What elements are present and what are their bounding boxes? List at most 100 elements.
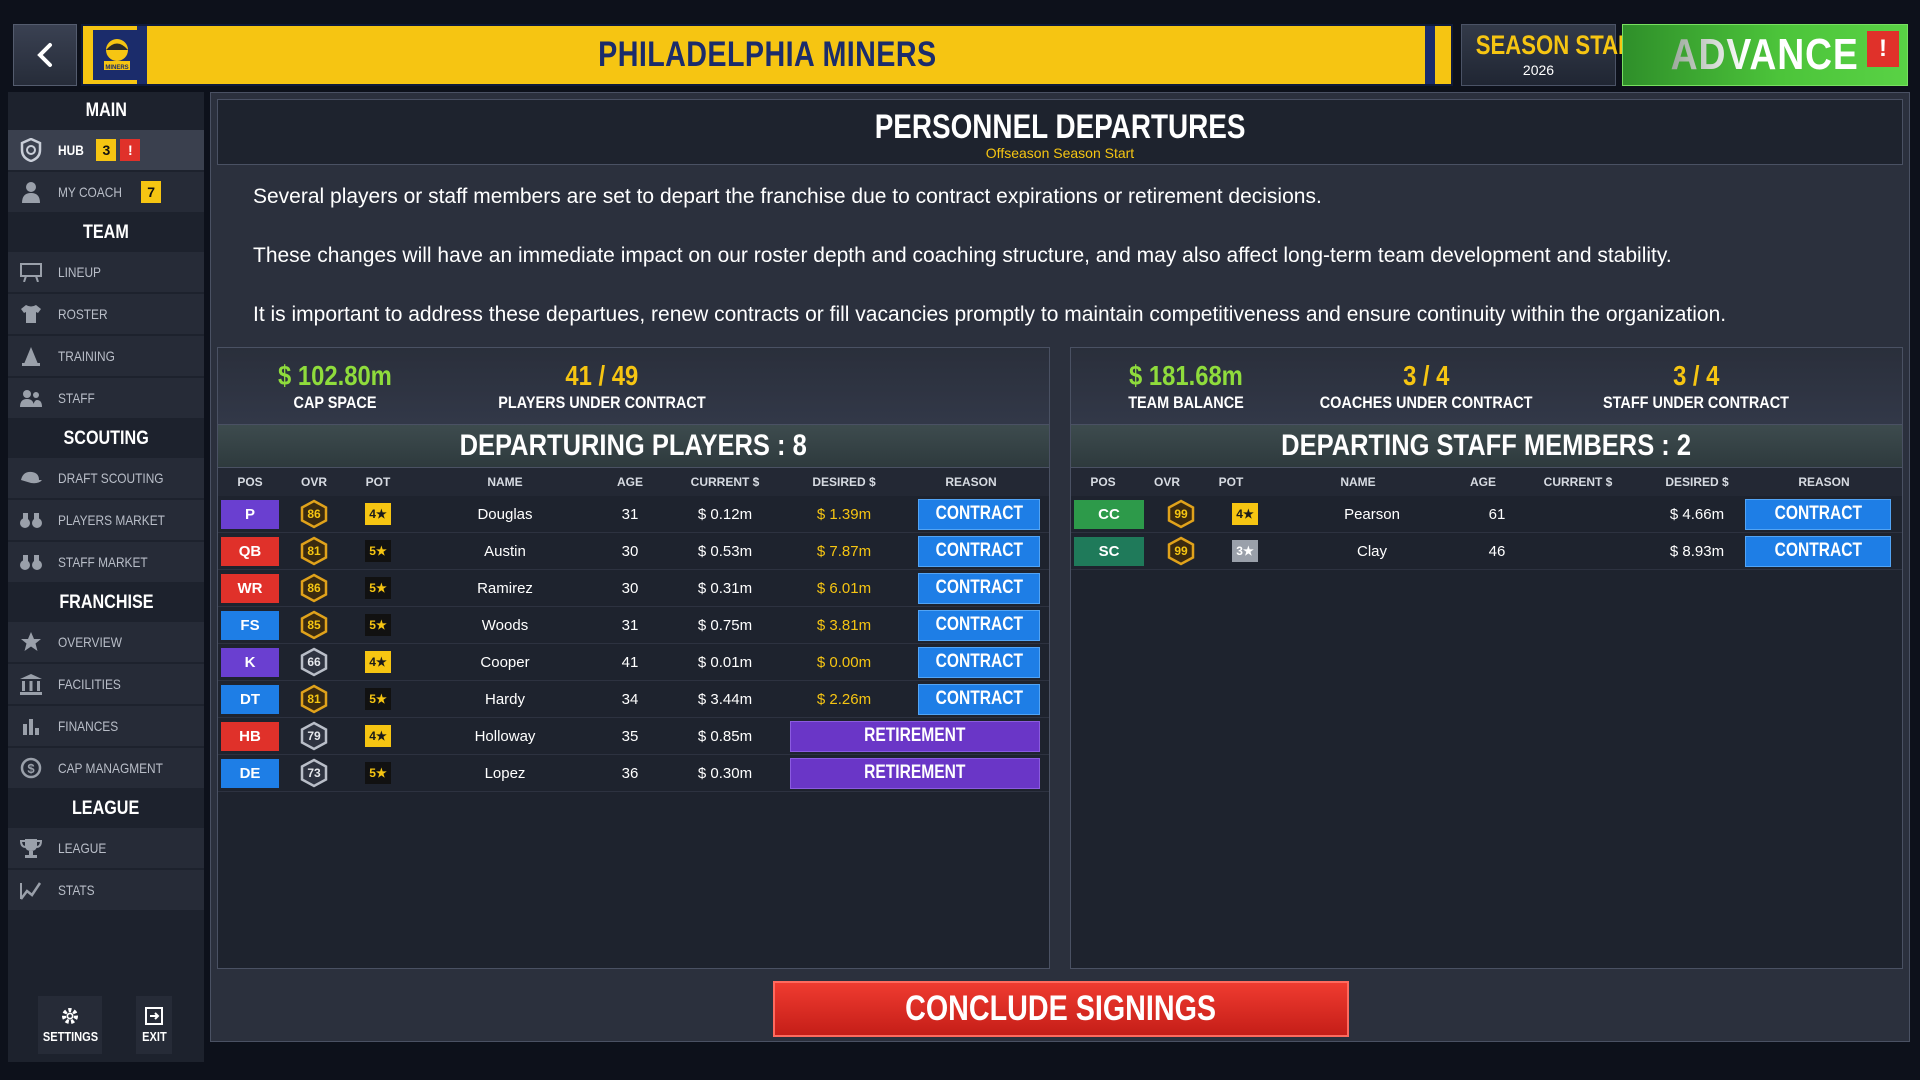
team-balance-value: $ 181.68m <box>1129 359 1243 391</box>
ovr-cell: 73 <box>282 758 346 788</box>
sidebar-item-roster[interactable]: ROSTER <box>8 294 204 334</box>
group-icon <box>16 386 46 410</box>
reason-retirement-button[interactable]: RETIREMENT <box>790 757 1040 789</box>
position-badge: CC <box>1074 499 1144 529</box>
season-indicator: SEASON START 2026 <box>1461 24 1648 86</box>
section-main: MAIN <box>8 92 204 130</box>
staff-panel-title: DEPARTING STAFF MEMBERS : 2 <box>1281 429 1692 462</box>
sidebar-item-my-coach[interactable]: MY COACH 7 <box>8 172 204 212</box>
settings-button[interactable]: SETTINGS <box>38 996 102 1054</box>
team-balance-stat: $ 181.68m TEAM BALANCE <box>1071 360 1301 413</box>
table-row[interactable]: SC 99 3★ Clay 46 $ 8.93m CONTRACT <box>1071 533 1902 570</box>
season-label: SEASON START <box>1475 30 1648 60</box>
sidebar-item-label: STAFF MARKET <box>58 554 148 570</box>
overall-rating-value: 99 <box>1174 507 1188 521</box>
position-badge: WR <box>221 573 279 603</box>
sidebar-item-label: ROSTER <box>58 306 108 322</box>
sidebar-item-lineup[interactable]: LINEUP <box>8 252 204 292</box>
reason-label: CONTRACT <box>935 614 1023 635</box>
ovr-cell: 81 <box>282 684 346 714</box>
advance-button[interactable]: ADVANCE ! <box>1622 24 1908 86</box>
players-panel-title: DEPARTURING PLAYERS : 8 <box>459 429 808 462</box>
sidebar-item-label: STATS <box>58 882 95 898</box>
sidebar-item-label: MY COACH <box>58 184 122 200</box>
current-salary: $ 0.53m <box>697 542 753 560</box>
reason-contract-button[interactable]: CONTRACT <box>918 609 1040 641</box>
table-row[interactable]: QB 81 5★ Austin 30 $ 0.53m $ 7.87m CONTRACT <box>218 533 1049 570</box>
sidebar-item-hub[interactable]: HUB 3 ! <box>8 130 204 170</box>
person-icon <box>16 180 46 204</box>
sidebar-item-stats[interactable]: STATS <box>8 870 204 910</box>
players-under-contract-stat: 41 / 49 PLAYERS UNDER CONTRACT <box>452 360 752 413</box>
reason-contract-button[interactable]: CONTRACT <box>918 572 1040 604</box>
table-row[interactable]: HB 79 4★ Holloway 35 $ 0.85m RETIREMENT <box>218 718 1049 755</box>
potential-badge: 4★ <box>1232 503 1258 525</box>
reason-contract-button[interactable]: CONTRACT <box>918 646 1040 678</box>
age-cell: 30 <box>621 542 639 560</box>
overall-rating-badge: 99 <box>1166 536 1196 566</box>
potential-badge: 4★ <box>365 725 391 747</box>
sidebar-item-label: TRAINING <box>58 348 115 364</box>
svg-text:$: $ <box>27 761 35 776</box>
chevron-left-icon <box>37 43 52 67</box>
sidebar-item-label: FINANCES <box>58 718 119 734</box>
exit-button[interactable]: EXIT <box>136 996 172 1054</box>
sidebar-item-facilities[interactable]: FACILITIES <box>8 664 204 704</box>
reason-contract-button[interactable]: CONTRACT <box>1745 535 1891 567</box>
position-badge: HB <box>221 721 279 751</box>
staff-panel-header: DEPARTING STAFF MEMBERS : 2 <box>1071 424 1902 468</box>
table-row[interactable]: P 86 4★ Douglas 31 $ 0.12m $ 1.39m CONTRACT <box>218 496 1049 533</box>
jersey-icon <box>16 302 46 326</box>
sidebar-item-staff-market[interactable]: STAFF MARKET <box>8 542 204 582</box>
back-button[interactable] <box>13 24 77 86</box>
sidebar-item-label: LINEUP <box>58 264 101 280</box>
overall-rating-value: 81 <box>307 544 321 558</box>
team-name: PHILADELPHIA MINERS <box>597 35 937 74</box>
sidebar-item-draft-scouting[interactable]: DRAFT SCOUTING <box>8 458 204 498</box>
reason-contract-button[interactable]: CONTRACT <box>918 683 1040 715</box>
pot-cell: 3★ <box>1213 540 1277 562</box>
reason-contract-button[interactable]: CONTRACT <box>1745 498 1891 530</box>
trend-chart-icon <box>16 878 46 902</box>
position-cell: CC <box>1071 499 1144 529</box>
col-pot: POT <box>1218 475 1244 489</box>
pot-cell: 4★ <box>346 503 410 525</box>
cap-icon <box>16 466 46 490</box>
potential-badge: 5★ <box>365 614 391 636</box>
sidebar-item-staff[interactable]: STAFF <box>8 378 204 418</box>
sidebar-item-players-market[interactable]: PLAYERS MARKET <box>8 500 204 540</box>
reason-contract-button[interactable]: CONTRACT <box>918 498 1040 530</box>
sidebar-footer: SETTINGS EXIT <box>8 990 204 1062</box>
reason-retirement-button[interactable]: RETIREMENT <box>790 720 1040 752</box>
col-pot: POT <box>365 475 391 489</box>
table-row[interactable]: DE 73 5★ Lopez 36 $ 0.30m RETIREMENT <box>218 755 1049 792</box>
conclude-signings-button[interactable]: CONCLUDE SIGNINGS <box>773 981 1349 1037</box>
exit-icon <box>145 1007 163 1025</box>
section-franchise: FRANCHISE <box>8 584 204 622</box>
position-badge: DT <box>221 684 279 714</box>
season-year: 2026 <box>1522 62 1555 78</box>
table-row[interactable]: FS 85 5★ Woods 31 $ 0.75m $ 3.81m CONTRACT <box>218 607 1049 644</box>
reason-label: RETIREMENT <box>864 725 966 746</box>
sidebar-item-cap-managment[interactable]: $ CAP MANAGMENT <box>8 748 204 788</box>
sidebar-item-league[interactable]: LEAGUE <box>8 828 204 868</box>
overall-rating-value: 86 <box>307 581 321 595</box>
reason-contract-button[interactable]: CONTRACT <box>918 535 1040 567</box>
reason-label: CONTRACT <box>1774 540 1862 561</box>
sidebar-item-finances[interactable]: FINANCES <box>8 706 204 746</box>
reason-label: CONTRACT <box>935 651 1023 672</box>
current-salary: $ 0.75m <box>697 616 753 634</box>
desired-salary: $ 0.00m <box>816 653 872 671</box>
table-row[interactable]: K 66 4★ Cooper 41 $ 0.01m $ 0.00m CONTRACT <box>218 644 1049 681</box>
pot-cell: 5★ <box>346 577 410 599</box>
table-row[interactable]: WR 86 5★ Ramirez 30 $ 0.31m $ 6.01m CONTRACT <box>218 570 1049 607</box>
overall-rating-badge: 81 <box>299 684 329 714</box>
star-icon <box>16 630 46 654</box>
table-row[interactable]: DT 81 5★ Hardy 34 $ 3.44m $ 2.26m CONTRACT <box>218 681 1049 718</box>
position-badge: SC <box>1074 536 1144 566</box>
position-badge: QB <box>221 536 279 566</box>
sidebar-item-training[interactable]: TRAINING <box>8 336 204 376</box>
reason-label: CONTRACT <box>935 577 1023 598</box>
table-row[interactable]: CC 99 4★ Pearson 61 $ 4.66m CONTRACT <box>1071 496 1902 533</box>
sidebar-item-overview[interactable]: OVERVIEW <box>8 622 204 662</box>
